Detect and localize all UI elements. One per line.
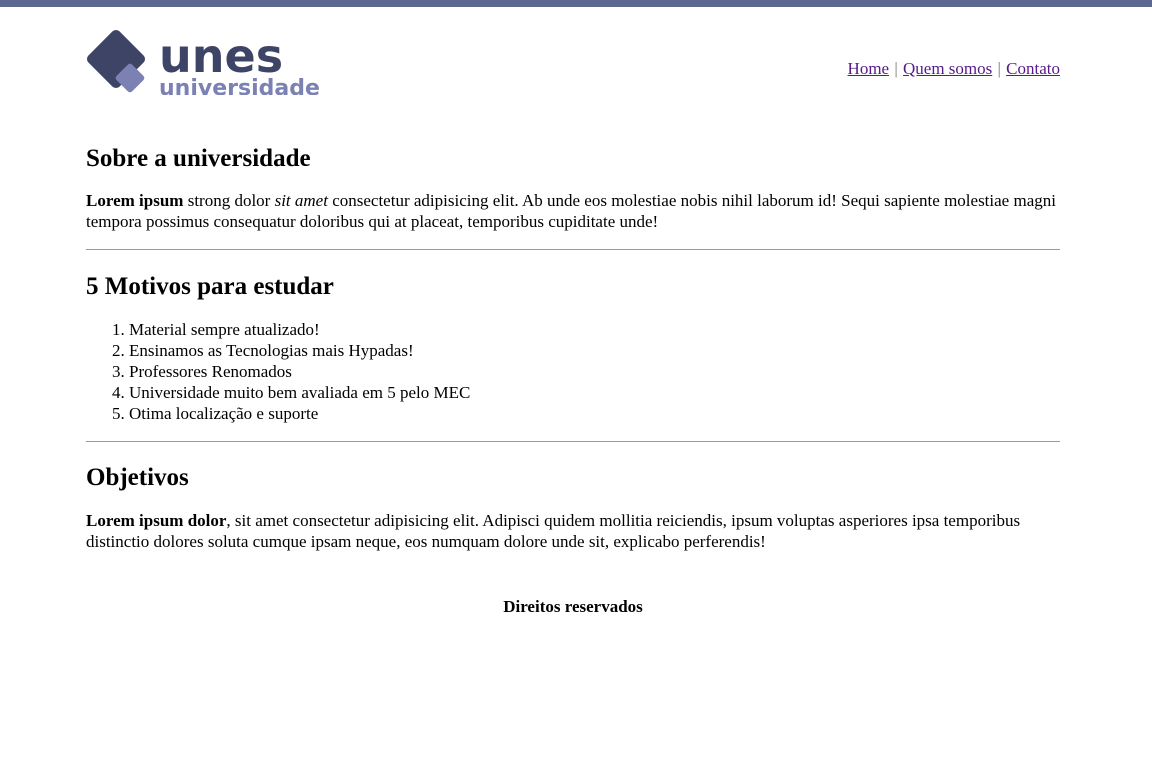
section-divider	[86, 249, 1060, 250]
about-text: Lorem ipsum strong dolor sit amet consec…	[86, 190, 1060, 232]
about-text-italic: sit amet	[274, 191, 328, 210]
logo-graphic: unes universidade	[86, 29, 320, 95]
footer-text: Direitos reservados	[503, 597, 643, 616]
reasons-title: 5 Motivos para estudar	[86, 273, 334, 300]
nav-separator: |	[997, 59, 1001, 78]
goals-text-bold: Lorem ipsum dolor	[86, 511, 227, 530]
about-text-bold: Lorem ipsum	[86, 191, 184, 210]
list-item: Professores Renomados	[129, 361, 1060, 382]
about-section: Sobre a universidade Lorem ipsum strong …	[86, 144, 1060, 232]
goals-text-rest: , sit amet consectetur adipisicing elit.…	[86, 511, 1021, 551]
list-item: Ensinamos as Tecnologias mais Hypadas!	[129, 340, 1060, 361]
nav-link-home[interactable]: Home	[848, 59, 890, 78]
logo-secondary-text: universidade	[159, 76, 320, 95]
list-item: Otima localização e suporte	[129, 403, 1060, 424]
logo-diamond-icon	[86, 29, 146, 93]
nav-separator: |	[894, 59, 898, 78]
page-container: unes universidade Home | Quem somos | Co…	[86, 7, 1060, 617]
logo-primary-text: unes	[159, 29, 283, 83]
reasons-section: 5 Motivos para estudar Material sempre a…	[86, 272, 1060, 424]
main-nav: Home | Quem somos | Contato	[848, 59, 1060, 79]
top-accent-bar	[0, 0, 1152, 7]
about-title: Sobre a universidade	[86, 145, 311, 172]
nav-link-contato[interactable]: Contato	[1006, 59, 1060, 78]
nav-link-quem-somos[interactable]: Quem somos	[903, 59, 992, 78]
goals-text: Lorem ipsum dolor, sit amet consectetur …	[86, 510, 1060, 552]
reasons-list: Material sempre atualizado! Ensinamos as…	[86, 319, 1060, 424]
unes-logo[interactable]: unes universidade	[86, 29, 322, 95]
about-text-part1: strong dolor	[183, 191, 275, 210]
goals-section: Objetivos Lorem ipsum dolor, sit amet co…	[86, 463, 1060, 552]
list-item: Material sempre atualizado!	[129, 319, 1060, 340]
goals-title: Objetivos	[86, 464, 189, 491]
site-header: unes universidade Home | Quem somos | Co…	[86, 7, 1060, 99]
section-divider	[86, 441, 1060, 442]
site-footer: Direitos reservados	[86, 596, 1060, 617]
list-item: Universidade muito bem avaliada em 5 pel…	[129, 382, 1060, 403]
